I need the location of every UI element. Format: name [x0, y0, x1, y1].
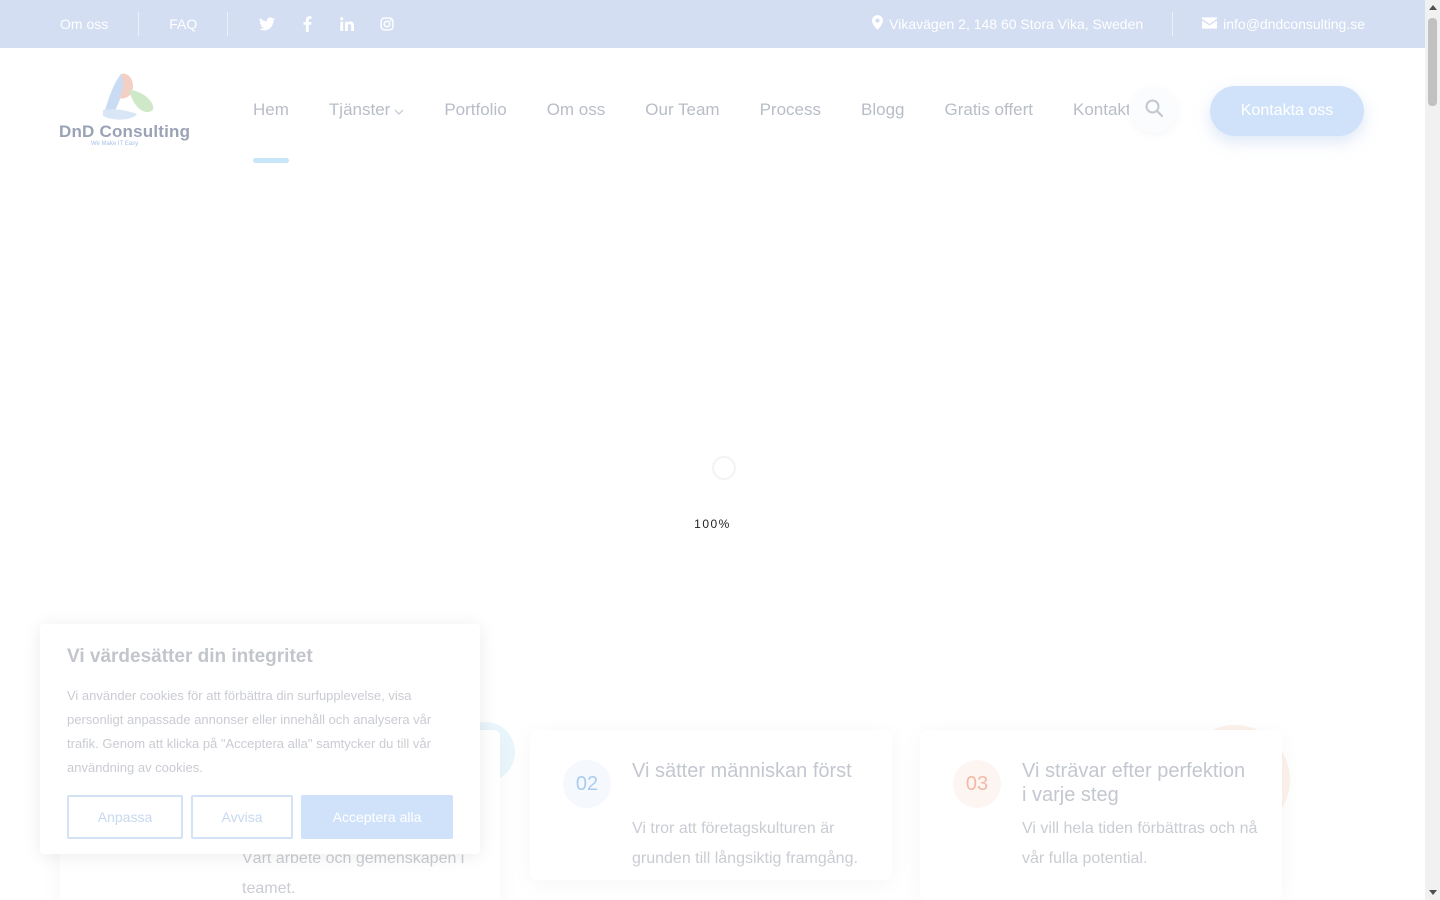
top-bar-right: Vikavägen 2, 148 60 Stora Vika, Sweden i…: [872, 0, 1365, 48]
nav-item-kontakt[interactable]: Kontakt: [1073, 100, 1129, 120]
feature-number: 03: [953, 760, 1001, 808]
email[interactable]: info@dndconsulting.se: [1202, 16, 1365, 32]
feature-text: Vi vill hela tiden förbättras och nå vår…: [1022, 820, 1258, 867]
address-text: Vikavägen 2, 148 60 Stora Vika, Sweden: [889, 16, 1144, 32]
top-link-faq[interactable]: FAQ: [169, 16, 197, 32]
nav-label: Om oss: [546, 100, 606, 119]
nav-item-blogg[interactable]: Blogg: [861, 100, 904, 120]
email-text[interactable]: info@dndconsulting.se: [1223, 16, 1365, 32]
chevron-down-icon: [394, 100, 404, 120]
divider: [138, 12, 140, 36]
nav-label: Kontakt: [1073, 100, 1129, 119]
nav-label: Gratis offert: [944, 100, 1034, 119]
nav-label: Tjänster: [328, 100, 391, 119]
nav-label: Process: [759, 100, 822, 119]
scroll-down-icon[interactable]: [1429, 890, 1437, 895]
reject-button[interactable]: Avvisa: [191, 795, 293, 839]
scroll-up-icon[interactable]: [1429, 5, 1437, 10]
contact-us-button[interactable]: Kontakta oss: [1210, 86, 1364, 136]
logo-text: DnD Consulting: [59, 122, 191, 141]
top-bar: Om oss FAQ Vikavägen 2, 148 60 Stora Vik…: [0, 0, 1425, 48]
feature-card-2: 02 Vi sätter människan först Vi tror att…: [530, 730, 892, 880]
logo-mark-icon: [103, 73, 154, 120]
customize-button[interactable]: Anpassa: [67, 795, 183, 839]
nav-item-process[interactable]: Process: [760, 100, 821, 120]
nav-label: Blogg: [861, 100, 905, 119]
facebook-icon[interactable]: [298, 15, 316, 33]
linkedin-icon[interactable]: [338, 15, 356, 33]
nav-label: Our Team: [645, 100, 720, 119]
feature-number: 02: [563, 760, 611, 808]
twitter-icon[interactable]: [258, 15, 276, 33]
feature-card-3: 03 Vi strävar efter perfektion i varje s…: [920, 730, 1282, 900]
nav-item-tjanster[interactable]: Tjänster: [329, 100, 404, 120]
feature-title: Vi strävar efter perfektion i varje steg: [1022, 760, 1246, 806]
nav-label: Hem: [253, 100, 289, 119]
site-header: DnD Consulting We Make IT Easy Hem Tjäns…: [0, 48, 1425, 178]
nav-item-our-team[interactable]: Our Team: [645, 100, 719, 120]
search-icon: [1145, 99, 1164, 122]
divider: [1172, 12, 1174, 36]
cookie-consent-dialog: Vi värdesätter din integritet Vi använde…: [40, 624, 480, 854]
scrollbar[interactable]: [1425, 0, 1440, 900]
address: Vikavägen 2, 148 60 Stora Vika, Sweden: [872, 15, 1143, 33]
divider: [227, 12, 229, 36]
main-nav: Hem Tjänster Portfolio Om oss Our Team P…: [253, 48, 1129, 172]
social-links: [258, 15, 396, 33]
scrollbar-thumb[interactable]: [1428, 18, 1437, 106]
instagram-icon[interactable]: [378, 15, 396, 33]
top-bar-left: Om oss FAQ: [60, 0, 396, 48]
logo[interactable]: DnD Consulting We Make IT Easy: [59, 70, 191, 150]
search-button[interactable]: [1131, 87, 1177, 133]
nav-item-portfolio[interactable]: Portfolio: [444, 100, 506, 120]
feature-text: Vi tror att företagskulturen är grunden …: [632, 820, 858, 867]
preloader-percent: 100%: [694, 517, 731, 531]
feature-title: Vi sätter människan först: [632, 760, 852, 782]
map-pin-icon: [872, 15, 884, 33]
cookie-body: Vi använder cookies för att förbättra di…: [67, 688, 432, 775]
envelope-icon: [1202, 16, 1218, 32]
nav-item-om-oss[interactable]: Om oss: [547, 100, 606, 120]
accept-all-button[interactable]: Acceptera alla: [301, 795, 453, 839]
nav-item-gratis-offert[interactable]: Gratis offert: [945, 100, 1034, 120]
preloader-spinner: [712, 456, 736, 480]
nav-item-hem[interactable]: Hem: [253, 100, 289, 163]
cookie-title: Vi värdesätter din integritet: [67, 646, 313, 667]
nav-label: Portfolio: [444, 100, 507, 119]
logo-tagline: We Make IT Easy: [91, 141, 139, 147]
top-link-om-oss[interactable]: Om oss: [60, 16, 108, 32]
